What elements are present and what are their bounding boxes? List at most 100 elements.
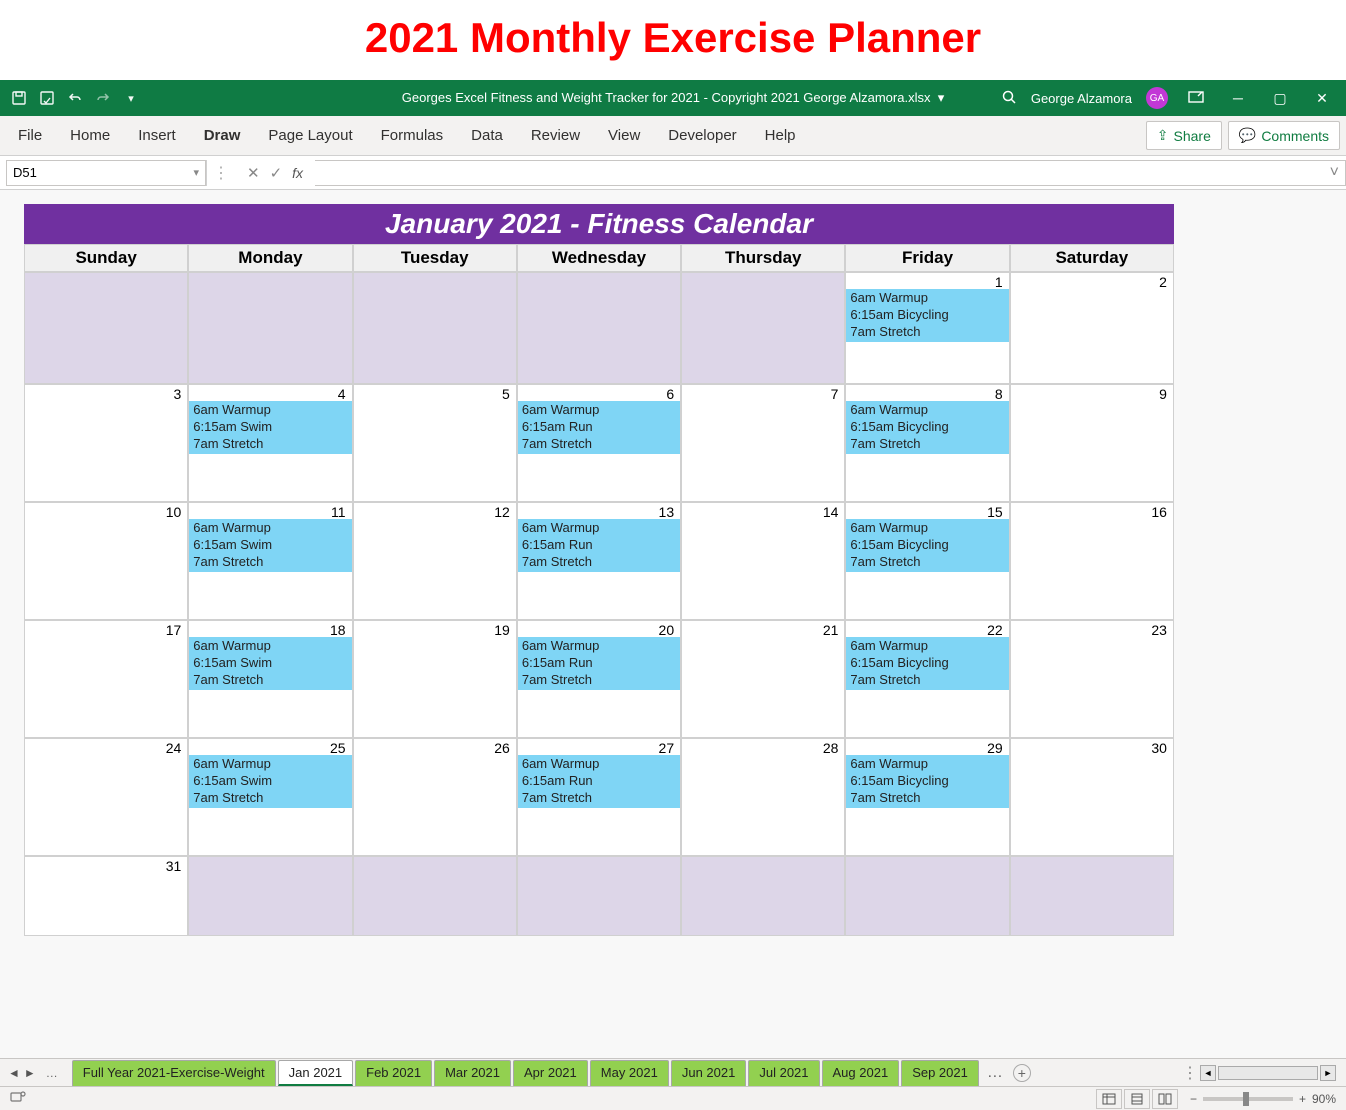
- ribbon-tab-view[interactable]: View: [594, 116, 654, 155]
- ribbon-tab-data[interactable]: Data: [457, 116, 517, 155]
- calendar-cell[interactable]: 276am Warmup6:15am Run7am Stretch: [517, 738, 681, 856]
- calendar-cell[interactable]: [353, 272, 517, 384]
- normal-view-icon[interactable]: [1096, 1089, 1122, 1109]
- calendar-cell[interactable]: 19: [353, 620, 517, 738]
- sheet-nav-prev-icon[interactable]: ◄: [8, 1066, 20, 1080]
- ribbon-tab-page-layout[interactable]: Page Layout: [254, 116, 366, 155]
- qat-dropdown-icon[interactable]: ▾: [122, 89, 140, 107]
- redo-icon[interactable]: [94, 89, 112, 107]
- ribbon-tab-formulas[interactable]: Formulas: [367, 116, 458, 155]
- ribbon-tab-review[interactable]: Review: [517, 116, 594, 155]
- search-icon[interactable]: [1001, 89, 1017, 108]
- calendar-cell[interactable]: [24, 272, 188, 384]
- autosave-icon[interactable]: [38, 89, 56, 107]
- calendar-cell[interactable]: 5: [353, 384, 517, 502]
- calendar-cell[interactable]: 2: [1010, 272, 1174, 384]
- sheet-tab[interactable]: Apr 2021: [513, 1060, 588, 1086]
- minimize-icon[interactable]: ─: [1224, 90, 1252, 106]
- calendar-cell[interactable]: [517, 272, 681, 384]
- cancel-formula-icon[interactable]: ✕: [247, 164, 260, 182]
- enter-formula-icon[interactable]: ✓: [270, 164, 283, 182]
- calendar-cell[interactable]: 156am Warmup6:15am Bicycling7am Stretch: [845, 502, 1009, 620]
- calendar-cell[interactable]: [353, 856, 517, 936]
- calendar-cell[interactable]: [845, 856, 1009, 936]
- sheet-tab[interactable]: Jul 2021: [748, 1060, 819, 1086]
- calendar-cell[interactable]: [681, 272, 845, 384]
- calendar-cell[interactable]: 10: [24, 502, 188, 620]
- calendar-cell[interactable]: 31: [24, 856, 188, 936]
- calendar-cell[interactable]: 14: [681, 502, 845, 620]
- zoom-out-icon[interactable]: −: [1190, 1092, 1197, 1106]
- name-box[interactable]: D51▾: [6, 160, 206, 186]
- calendar-cell[interactable]: [681, 856, 845, 936]
- calendar-cell[interactable]: 256am Warmup6:15am Swim7am Stretch: [188, 738, 352, 856]
- zoom-control[interactable]: − + 90%: [1190, 1092, 1336, 1106]
- sheet-tab[interactable]: Full Year 2021-Exercise-Weight: [72, 1060, 276, 1086]
- calendar-cell[interactable]: 116am Warmup6:15am Swim7am Stretch: [188, 502, 352, 620]
- calendar-cell[interactable]: [1010, 856, 1174, 936]
- sheet-nav-more-right[interactable]: …: [981, 1064, 1009, 1082]
- close-icon[interactable]: ✕: [1308, 90, 1336, 107]
- calendar-cell[interactable]: 24: [24, 738, 188, 856]
- sheet-tab[interactable]: Mar 2021: [434, 1060, 511, 1086]
- sheet-tab[interactable]: Sep 2021: [901, 1060, 979, 1086]
- calendar-cell[interactable]: 186am Warmup6:15am Swim7am Stretch: [188, 620, 352, 738]
- save-icon[interactable]: [10, 89, 28, 107]
- calendar-cell[interactable]: 66am Warmup6:15am Run7am Stretch: [517, 384, 681, 502]
- undo-icon[interactable]: [66, 89, 84, 107]
- sheet-tab[interactable]: Jun 2021: [671, 1060, 747, 1086]
- calendar-cell[interactable]: 86am Warmup6:15am Bicycling7am Stretch: [845, 384, 1009, 502]
- calendar-cell[interactable]: 21: [681, 620, 845, 738]
- formula-input[interactable]: [315, 160, 1346, 186]
- calendar-cell[interactable]: 26: [353, 738, 517, 856]
- calendar-cell[interactable]: 296am Warmup6:15am Bicycling7am Stretch: [845, 738, 1009, 856]
- ribbon-tab-insert[interactable]: Insert: [124, 116, 190, 155]
- ribbon-tab-help[interactable]: Help: [751, 116, 810, 155]
- calendar-cell[interactable]: 17: [24, 620, 188, 738]
- ribbon-tab-home[interactable]: Home: [56, 116, 124, 155]
- new-sheet-button[interactable]: +: [1013, 1064, 1031, 1082]
- calendar-cell[interactable]: 206am Warmup6:15am Run7am Stretch: [517, 620, 681, 738]
- maximize-icon[interactable]: ▢: [1266, 90, 1294, 107]
- calendar-cell[interactable]: 30: [1010, 738, 1174, 856]
- calendar-cell[interactable]: 16am Warmup6:15am Bicycling7am Stretch: [845, 272, 1009, 384]
- scroll-right-icon[interactable]: ►: [1320, 1065, 1336, 1081]
- calendar-cell[interactable]: 12: [353, 502, 517, 620]
- worksheet-area[interactable]: January 2021 - Fitness Calendar SundayMo…: [0, 190, 1346, 1110]
- page-break-view-icon[interactable]: [1152, 1089, 1178, 1109]
- sheet-tab[interactable]: Feb 2021: [355, 1060, 432, 1086]
- calendar-cell[interactable]: 3: [24, 384, 188, 502]
- user-name[interactable]: George Alzamora: [1031, 91, 1132, 106]
- calendar-cell[interactable]: 23: [1010, 620, 1174, 738]
- ribbon-tab-file[interactable]: File: [4, 116, 56, 155]
- sheet-tab[interactable]: May 2021: [590, 1060, 669, 1086]
- avatar[interactable]: GA: [1146, 87, 1168, 109]
- share-button[interactable]: ⇪Share: [1146, 121, 1222, 150]
- comments-button[interactable]: 💬Comments: [1228, 121, 1340, 150]
- calendar-cell[interactable]: [188, 272, 352, 384]
- sheet-nav-more-left[interactable]: …: [40, 1066, 64, 1080]
- calendar-cell[interactable]: 9: [1010, 384, 1174, 502]
- calendar-cell[interactable]: 136am Warmup6:15am Run7am Stretch: [517, 502, 681, 620]
- calendar-cell[interactable]: 16: [1010, 502, 1174, 620]
- ribbon-display-icon[interactable]: [1182, 90, 1210, 106]
- zoom-slider[interactable]: [1203, 1097, 1293, 1101]
- zoom-level[interactable]: 90%: [1312, 1092, 1336, 1106]
- calendar-cell[interactable]: 46am Warmup6:15am Swim7am Stretch: [188, 384, 352, 502]
- scroll-left-icon[interactable]: ◄: [1200, 1065, 1216, 1081]
- sheet-tab[interactable]: Jan 2021: [278, 1060, 354, 1086]
- sheet-nav-next-icon[interactable]: ►: [24, 1066, 36, 1080]
- sheet-tab[interactable]: Aug 2021: [822, 1060, 900, 1086]
- fx-icon[interactable]: fx: [292, 165, 303, 181]
- page-layout-view-icon[interactable]: [1124, 1089, 1150, 1109]
- ribbon-tab-developer[interactable]: Developer: [654, 116, 750, 155]
- calendar-cell[interactable]: [188, 856, 352, 936]
- ribbon-tab-draw[interactable]: Draw: [190, 116, 255, 155]
- zoom-in-icon[interactable]: +: [1299, 1092, 1306, 1106]
- calendar-cell[interactable]: 28: [681, 738, 845, 856]
- calendar-cell[interactable]: [517, 856, 681, 936]
- record-macro-icon[interactable]: [10, 1090, 26, 1107]
- horizontal-scrollbar[interactable]: ⋮ ◄ ►: [1182, 1063, 1346, 1083]
- calendar-cell[interactable]: 7: [681, 384, 845, 502]
- calendar-cell[interactable]: 226am Warmup6:15am Bicycling7am Stretch: [845, 620, 1009, 738]
